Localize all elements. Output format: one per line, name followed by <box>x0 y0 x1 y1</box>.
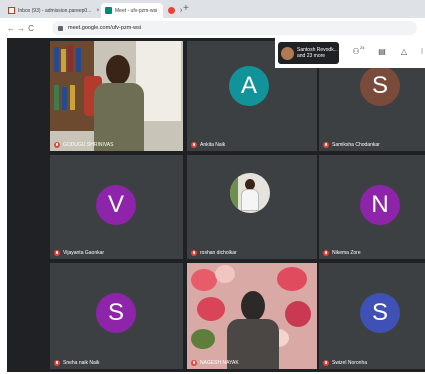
red-dot-icon <box>168 7 175 14</box>
close-icon[interactable]: × <box>162 8 163 14</box>
lock-icon <box>58 25 63 31</box>
participant-tile[interactable]: roshan dicholkar <box>187 155 317 259</box>
more-icon[interactable]: ⁝ <box>415 47 425 56</box>
presenter-more: and 23 more <box>297 53 326 59</box>
mic-off-icon <box>54 360 60 366</box>
top-right-controls: Santosh Revodk... and 23 more ⚇ 24 ▤ △ ⁝ <box>275 38 425 68</box>
participant-name: roshan dicholkar <box>200 250 237 256</box>
meet-icon <box>105 7 112 14</box>
tab-gmail[interactable]: Inbox (93) - admission.pareep0... × <box>4 3 99 18</box>
participant-tile[interactable]: GODUGU SHRINIVAS <box>50 41 183 151</box>
mic-off-icon <box>323 360 329 366</box>
reload-button[interactable]: C <box>26 24 36 33</box>
presenter-avatar <box>281 46 294 60</box>
tab-gmail-label: Inbox (93) - admission.pareep0... <box>18 7 92 14</box>
activities-icon[interactable]: △ <box>397 47 411 56</box>
participant-tile[interactable]: S Swizel Noronha <box>319 263 425 369</box>
forward-button[interactable]: → <box>16 24 26 33</box>
mic-off-icon <box>54 142 60 148</box>
browser-toolbar: ← → C meet.google.com/ufv-pzm-wsi <box>0 18 425 38</box>
close-icon[interactable]: x <box>180 8 182 14</box>
mic-off-icon <box>323 250 329 256</box>
participant-photo <box>230 173 270 213</box>
meeting-grid: Santosh Revodk... and 23 more ⚇ 24 ▤ △ ⁝… <box>7 38 425 372</box>
participant-tile[interactable]: V Vijayanta Gaonkar <box>50 155 183 259</box>
mic-off-icon <box>191 142 197 148</box>
participant-count: 24 <box>360 45 365 50</box>
participant-tile[interactable]: NAGESH NAYAK <box>187 263 317 369</box>
browser-tab-bar: Inbox (93) - admission.pareep0... × Meet… <box>0 0 425 18</box>
chat-icon[interactable]: ▤ <box>375 47 389 56</box>
participant-name: Swizel Noronha <box>332 360 368 366</box>
tab-third[interactable]: x <box>164 3 182 18</box>
address-bar[interactable]: meet.google.com/ufv-pzm-wsi <box>52 21 417 35</box>
gmail-icon <box>8 7 15 14</box>
participant-avatar: S <box>96 293 136 333</box>
mic-off-icon <box>323 142 329 148</box>
participant-tile[interactable]: S Sneha naik Naik <box>50 263 183 369</box>
tab-meet[interactable]: Meet - ufv-pzm-wsi × <box>101 3 163 18</box>
mic-off-icon <box>54 250 60 256</box>
url-text: meet.google.com/ufv-pzm-wsi <box>68 25 142 31</box>
participant-avatar: A <box>229 66 269 106</box>
participant-name: Ankita Naik <box>200 142 226 148</box>
back-button[interactable]: ← <box>6 24 16 33</box>
participant-avatar: V <box>96 185 136 225</box>
participant-name: Sneha naik Naik <box>63 360 100 366</box>
close-icon[interactable]: × <box>96 8 99 14</box>
participant-tile[interactable]: N Nikema Zore <box>319 155 425 259</box>
participant-avatar: S <box>360 66 400 106</box>
presenter-chip[interactable]: Santosh Revodk... and 23 more <box>278 42 339 64</box>
tab-meet-label: Meet - ufv-pzm-wsi <box>115 7 158 14</box>
new-tab-button[interactable]: + <box>183 3 189 15</box>
participant-name: Vijayanta Gaonkar <box>63 250 105 256</box>
presenter-name: Santosh Revodk... <box>297 46 338 53</box>
participant-name: Nikema Zore <box>332 250 361 256</box>
participant-name: Samiksha Chodankar <box>332 142 380 148</box>
participant-avatar: S <box>360 293 400 333</box>
mic-off-icon <box>191 360 197 366</box>
participant-name: GODUGU SHRINIVAS <box>63 142 114 148</box>
mic-off-icon <box>191 250 197 256</box>
participant-name: NAGESH NAYAK <box>200 360 239 366</box>
participant-avatar: N <box>360 185 400 225</box>
